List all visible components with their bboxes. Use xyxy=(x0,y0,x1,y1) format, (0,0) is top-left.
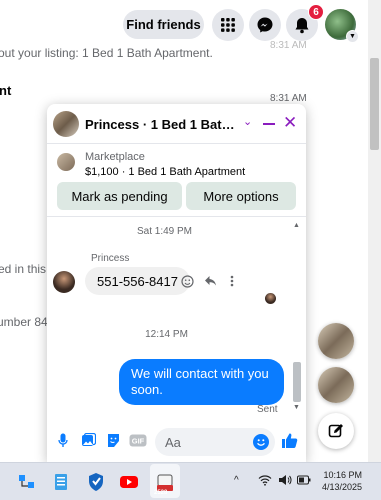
background-time-faded: 8:31 AM xyxy=(270,40,307,51)
chat-head-avatar[interactable] xyxy=(318,323,354,359)
app-with-badge-icon[interactable] xyxy=(155,472,175,492)
bell-icon xyxy=(295,17,309,33)
notification-badge: 6 xyxy=(308,4,324,20)
shield-icon[interactable] xyxy=(86,472,106,492)
compose-icon xyxy=(328,424,343,438)
taskbar-date: 4/13/2025 xyxy=(322,482,363,492)
emoji-icon[interactable] xyxy=(253,434,269,450)
wifi-icon[interactable] xyxy=(258,474,272,489)
find-friends-button[interactable]: Find friends xyxy=(123,10,204,39)
message-timestamp: Sat 1:49 PM xyxy=(136,226,193,237)
new-message-button[interactable] xyxy=(318,413,354,449)
chat-title[interactable]: Princess · 1 Bed 1 Bath Apa... xyxy=(85,117,240,132)
battery-icon[interactable] xyxy=(297,474,311,488)
sent-status: Sent xyxy=(257,404,278,415)
messenger-button[interactable] xyxy=(249,9,281,41)
notepad-icon[interactable] xyxy=(51,472,71,492)
more-options-button[interactable]: More options xyxy=(186,182,296,210)
contact-avatar[interactable] xyxy=(53,111,79,137)
page-scrollbar-thumb[interactable] xyxy=(370,58,379,150)
taskbar-clock[interactable]: 10:16 PM 4/13/2025 xyxy=(322,469,362,493)
more-actions-icon[interactable] xyxy=(230,275,234,290)
network-app-icon[interactable] xyxy=(17,472,37,492)
taskbar-badge-text: 2528 xyxy=(154,490,168,496)
background-time: 8:31 AM xyxy=(270,93,307,104)
messenger-icon xyxy=(257,17,273,33)
background-text-line: umber 84 xyxy=(0,315,48,329)
gif-icon[interactable]: GIF xyxy=(129,432,147,448)
message-composer: GIF xyxy=(47,420,306,462)
close-icon[interactable]: ✕ xyxy=(283,114,297,131)
marketplace-label: Marketplace xyxy=(85,151,145,163)
reply-icon[interactable] xyxy=(204,275,217,290)
grid-menu-icon xyxy=(221,18,235,32)
background-heading: nt xyxy=(0,83,12,98)
listing-thumbnail xyxy=(57,153,75,171)
microphone-icon[interactable] xyxy=(55,432,71,448)
chevron-down-icon: ▼ xyxy=(346,30,359,43)
sender-name: Princess xyxy=(91,253,130,264)
listing-price-title: $1,100 · 1 Bed 1 Bath Apartment xyxy=(85,166,246,178)
chat-window: Princess · 1 Bed 1 Bath Apa... ⌄ ✕ Marke… xyxy=(47,104,306,462)
chevron-down-icon[interactable]: ⌄ xyxy=(243,115,252,128)
marketplace-listing-row[interactable]: Marketplace $1,100 · 1 Bed 1 Bath Apartm… xyxy=(47,144,306,182)
thumbs-up-icon[interactable] xyxy=(280,431,298,449)
menu-button[interactable] xyxy=(212,9,244,41)
react-emoji-icon[interactable] xyxy=(181,275,194,291)
youtube-icon[interactable] xyxy=(119,472,139,492)
minimize-icon[interactable] xyxy=(263,123,275,125)
background-text-line: out your listing: 1 Bed 1 Bath Apartment… xyxy=(0,46,213,60)
message-timestamp: 12:14 PM xyxy=(145,329,188,340)
message-input[interactable] xyxy=(155,428,245,456)
incoming-message-bubble[interactable]: 551-556-8417 xyxy=(85,267,190,295)
background-text-line: ed in this xyxy=(0,262,47,276)
scroll-down-arrow-icon[interactable]: ▼ xyxy=(293,404,300,411)
chat-header[interactable]: Princess · 1 Bed 1 Bath Apa... ⌄ ✕ xyxy=(47,104,306,144)
profile-avatar[interactable]: ▼ xyxy=(325,9,359,43)
mark-as-pending-button[interactable]: Mark as pending xyxy=(57,182,182,210)
sender-avatar[interactable] xyxy=(53,271,75,293)
taskbar-time: 10:16 PM xyxy=(323,470,363,480)
chat-head-avatar[interactable] xyxy=(318,367,354,403)
sticker-icon[interactable] xyxy=(105,432,121,448)
scroll-up-arrow-icon[interactable]: ▲ xyxy=(293,222,300,229)
notifications-button[interactable]: 6 xyxy=(286,4,324,41)
chevron-up-icon[interactable]: ^ xyxy=(234,475,239,486)
image-icon[interactable] xyxy=(80,432,96,448)
svg-text:GIF: GIF xyxy=(132,436,145,445)
seen-indicator-avatar xyxy=(265,293,276,304)
taskbar: 2528 ^ 10:16 PM 4/13/2025 xyxy=(0,462,381,500)
chat-scrollbar-thumb[interactable] xyxy=(293,362,301,402)
speaker-icon[interactable] xyxy=(278,474,292,489)
message-input-box[interactable] xyxy=(155,428,275,456)
outgoing-message-bubble[interactable]: We will contact with you soon. xyxy=(119,359,284,405)
